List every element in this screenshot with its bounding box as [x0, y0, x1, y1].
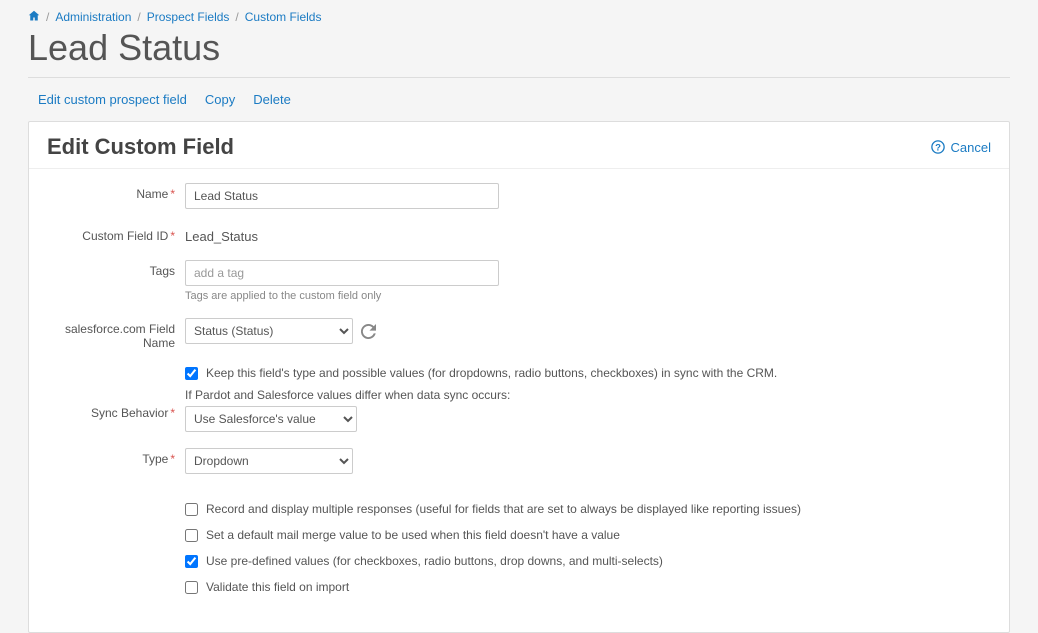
edit-card: Edit Custom Field ? Cancel Name* Custom …: [28, 121, 1010, 633]
copy-link[interactable]: Copy: [205, 92, 235, 107]
multiple-checkbox[interactable]: [185, 503, 198, 516]
tags-label: Tags: [150, 264, 175, 278]
tags-hint: Tags are applied to the custom field onl…: [185, 290, 955, 302]
delete-link[interactable]: Delete: [253, 92, 291, 107]
predefined-text: Use pre-defined values (for checkboxes, …: [206, 554, 663, 568]
keep-sync-text: Keep this field's type and possible valu…: [206, 366, 777, 380]
multiple-text: Record and display multiple responses (u…: [206, 502, 801, 516]
predefined-checkbox[interactable]: [185, 555, 198, 568]
home-icon: [28, 10, 40, 22]
validate-text: Validate this field on import: [206, 580, 349, 594]
default-merge-checkbox[interactable]: [185, 529, 198, 542]
sf-field-select[interactable]: Status (Status): [185, 318, 353, 344]
name-label: Name: [136, 187, 168, 201]
keep-sync-checkbox[interactable]: [185, 367, 198, 380]
default-merge-text: Set a default mail merge value to be use…: [206, 528, 620, 542]
tags-input[interactable]: [185, 260, 499, 286]
custom-field-id-label: Custom Field ID: [82, 229, 168, 243]
card-title: Edit Custom Field: [47, 134, 234, 160]
svg-text:?: ?: [935, 143, 941, 154]
breadcrumb-sep: /: [235, 10, 238, 24]
breadcrumb-sep: /: [137, 10, 140, 24]
action-links: Edit custom prospect field Copy Delete: [28, 78, 1010, 121]
sync-behavior-hint: If Pardot and Salesforce values differ w…: [185, 388, 955, 402]
name-input[interactable]: [185, 183, 499, 209]
sync-behavior-label: Sync Behavior: [91, 406, 168, 420]
sync-behavior-select[interactable]: Use Salesforce's value: [185, 406, 357, 432]
cancel-link[interactable]: Cancel: [951, 140, 991, 155]
breadcrumb: / Administration / Prospect Fields / Cus…: [28, 10, 1010, 24]
breadcrumb-prospect-fields[interactable]: Prospect Fields: [147, 10, 230, 24]
breadcrumb-home[interactable]: [28, 10, 40, 24]
breadcrumb-sep: /: [46, 10, 49, 24]
breadcrumb-admin[interactable]: Administration: [55, 10, 131, 24]
type-label: Type: [142, 452, 168, 466]
breadcrumb-custom-fields[interactable]: Custom Fields: [245, 10, 322, 24]
edit-link[interactable]: Edit custom prospect field: [38, 92, 187, 107]
type-select[interactable]: Dropdown: [185, 448, 353, 474]
help-icon[interactable]: ?: [931, 140, 945, 154]
sf-field-label: salesforce.com Field Name: [65, 322, 175, 350]
validate-checkbox[interactable]: [185, 581, 198, 594]
page-title: Lead Status: [28, 26, 1010, 69]
custom-field-id-value: Lead_Status: [185, 225, 955, 244]
refresh-icon[interactable]: [361, 324, 376, 339]
